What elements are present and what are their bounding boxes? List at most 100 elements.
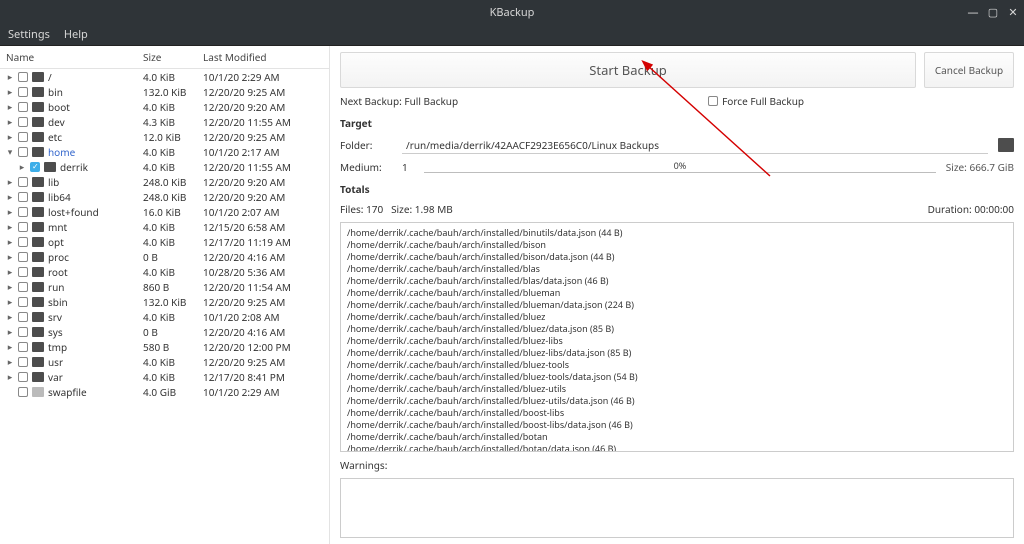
tree-item-label: lib64 — [48, 190, 71, 204]
expand-icon[interactable]: ▸ — [6, 325, 14, 338]
tree-item-size: 0 B — [143, 325, 203, 339]
checkbox-icon[interactable] — [18, 267, 28, 277]
tree-row[interactable]: ▸/4.0 KiB10/1/20 2:29 AM — [0, 69, 329, 84]
cancel-backup-button[interactable]: Cancel Backup — [924, 52, 1014, 88]
checkbox-icon[interactable] — [18, 207, 28, 217]
force-full-checkbox[interactable]: Force Full Backup — [708, 94, 804, 108]
expand-icon[interactable]: ▸ — [6, 115, 14, 128]
tree-row[interactable]: ▸root4.0 KiB10/28/20 5:36 AM — [0, 264, 329, 279]
tree-item-date: 10/1/20 2:29 AM — [203, 70, 323, 84]
tree-body[interactable]: ▸/4.0 KiB10/1/20 2:29 AM▸bin132.0 KiB12/… — [0, 69, 329, 544]
expand-icon[interactable]: ▸ — [6, 220, 14, 233]
checkbox-icon[interactable] — [18, 282, 28, 292]
expand-icon[interactable]: ▾ — [6, 145, 14, 158]
tree-row[interactable]: ▸usr4.0 KiB12/20/20 9:25 AM — [0, 354, 329, 369]
folder-icon — [32, 252, 44, 262]
folder-input[interactable] — [402, 136, 988, 154]
tree-row[interactable]: ▸sbin132.0 KiB12/20/20 9:25 AM — [0, 294, 329, 309]
tree-item-label: mnt — [48, 220, 67, 234]
tree-item-size: 248.0 KiB — [143, 190, 203, 204]
checkbox-icon[interactable] — [18, 342, 28, 352]
tree-row[interactable]: ▸dev4.3 KiB12/20/20 11:55 AM — [0, 114, 329, 129]
expand-icon[interactable]: ▸ — [6, 295, 14, 308]
expand-icon[interactable]: ▸ — [6, 190, 14, 203]
tree-row[interactable]: ▸bin132.0 KiB12/20/20 9:25 AM — [0, 84, 329, 99]
checkbox-icon[interactable] — [18, 357, 28, 367]
expand-icon[interactable]: ▸ — [6, 205, 14, 218]
expand-icon[interactable]: ▸ — [6, 265, 14, 278]
checkbox-icon[interactable] — [18, 87, 28, 97]
expand-icon[interactable]: ▸ — [6, 355, 14, 368]
tree-row[interactable]: ▸tmp580 B12/20/20 12:00 PM — [0, 339, 329, 354]
tree-item-size: 0 B — [143, 250, 203, 264]
tree-item-label: root — [48, 265, 68, 279]
tree-row[interactable]: ▸etc12.0 KiB12/20/20 9:25 AM — [0, 129, 329, 144]
checkbox-icon[interactable] — [18, 327, 28, 337]
expand-icon[interactable]: ▸ — [6, 370, 14, 383]
expand-icon[interactable]: ▸ — [6, 100, 14, 113]
tree-row[interactable]: ▸boot4.0 KiB12/20/20 9:20 AM — [0, 99, 329, 114]
expand-icon[interactable]: ▸ — [18, 160, 26, 173]
warnings-box[interactable] — [340, 478, 1014, 538]
minimize-icon[interactable]: — — [966, 5, 980, 20]
tree-row[interactable]: ▸proc0 B12/20/20 4:16 AM — [0, 249, 329, 264]
checkbox-icon[interactable] — [708, 96, 718, 106]
expand-icon[interactable]: ▸ — [6, 130, 14, 143]
tree-item-date: 12/20/20 9:25 AM — [203, 355, 323, 369]
col-size[interactable]: Size — [143, 50, 203, 64]
expand-icon[interactable]: ▸ — [6, 310, 14, 323]
expand-icon[interactable]: ▸ — [6, 235, 14, 248]
tree-row[interactable]: ▸opt4.0 KiB12/17/20 11:19 AM — [0, 234, 329, 249]
checkbox-icon[interactable] — [18, 222, 28, 232]
tree-row[interactable]: ▸sys0 B12/20/20 4:16 AM — [0, 324, 329, 339]
checkbox-icon[interactable] — [18, 147, 28, 157]
checkbox-icon[interactable] — [18, 132, 28, 142]
menu-settings[interactable]: Settings — [8, 27, 50, 42]
start-backup-button[interactable]: Start Backup — [340, 52, 916, 88]
checkbox-icon[interactable] — [18, 102, 28, 112]
col-modified[interactable]: Last Modified — [203, 50, 323, 64]
checkbox-icon[interactable] — [18, 117, 28, 127]
tree-item-size: 4.3 KiB — [143, 115, 203, 129]
maximize-icon[interactable]: ▢ — [986, 5, 1000, 20]
checkbox-icon[interactable] — [18, 297, 28, 307]
checkbox-icon[interactable] — [18, 372, 28, 382]
checkbox-icon[interactable] — [18, 177, 28, 187]
tree-row[interactable]: ▸srv4.0 KiB10/1/20 2:08 AM — [0, 309, 329, 324]
tree-row[interactable]: ▸lib64248.0 KiB12/20/20 9:20 AM — [0, 189, 329, 204]
tree-item-size: 4.0 KiB — [143, 355, 203, 369]
checkbox-icon[interactable] — [18, 252, 28, 262]
tree-row[interactable]: ▸derrik4.0 KiB12/20/20 11:55 AM — [0, 159, 329, 174]
close-icon[interactable]: ✕ — [1006, 5, 1020, 20]
folder-open-icon[interactable] — [998, 138, 1014, 152]
checkbox-icon[interactable] — [18, 72, 28, 82]
tree-row[interactable]: swapfile4.0 GiB10/1/20 2:29 AM — [0, 384, 329, 399]
col-name[interactable]: Name — [6, 50, 143, 64]
backup-log[interactable]: /home/derrik/.cache/bauh/arch/installed/… — [340, 222, 1014, 452]
tree-item-size: 132.0 KiB — [143, 295, 203, 309]
filesize-label: Size: — [391, 202, 412, 216]
menu-help[interactable]: Help — [64, 27, 88, 42]
checkbox-icon[interactable] — [18, 192, 28, 202]
medium-label: Medium: — [340, 160, 392, 174]
folder-icon — [32, 147, 44, 157]
checkbox-icon[interactable] — [18, 237, 28, 247]
folder-icon — [32, 342, 44, 352]
checkbox-icon[interactable] — [18, 312, 28, 322]
expand-icon[interactable]: ▸ — [6, 175, 14, 188]
expand-icon[interactable]: ▸ — [6, 70, 14, 83]
expand-icon[interactable]: ▸ — [6, 340, 14, 353]
tree-row[interactable]: ▸lib248.0 KiB12/20/20 9:20 AM — [0, 174, 329, 189]
tree-row[interactable]: ▸mnt4.0 KiB12/15/20 6:58 AM — [0, 219, 329, 234]
tree-row[interactable]: ▸run860 B12/20/20 11:54 AM — [0, 279, 329, 294]
tree-row[interactable]: ▸lost+found16.0 KiB10/1/20 2:07 AM — [0, 204, 329, 219]
tree-row[interactable]: ▾home4.0 KiB10/1/20 2:17 AM — [0, 144, 329, 159]
tree-row[interactable]: ▸var4.0 KiB12/17/20 8:41 PM — [0, 369, 329, 384]
checkbox-icon[interactable] — [30, 162, 40, 172]
expand-icon[interactable]: ▸ — [6, 250, 14, 263]
target-heading: Target — [340, 116, 1014, 130]
expand-icon[interactable]: ▸ — [6, 85, 14, 98]
folder-icon — [32, 192, 44, 202]
expand-icon[interactable]: ▸ — [6, 280, 14, 293]
checkbox-icon[interactable] — [18, 387, 28, 397]
